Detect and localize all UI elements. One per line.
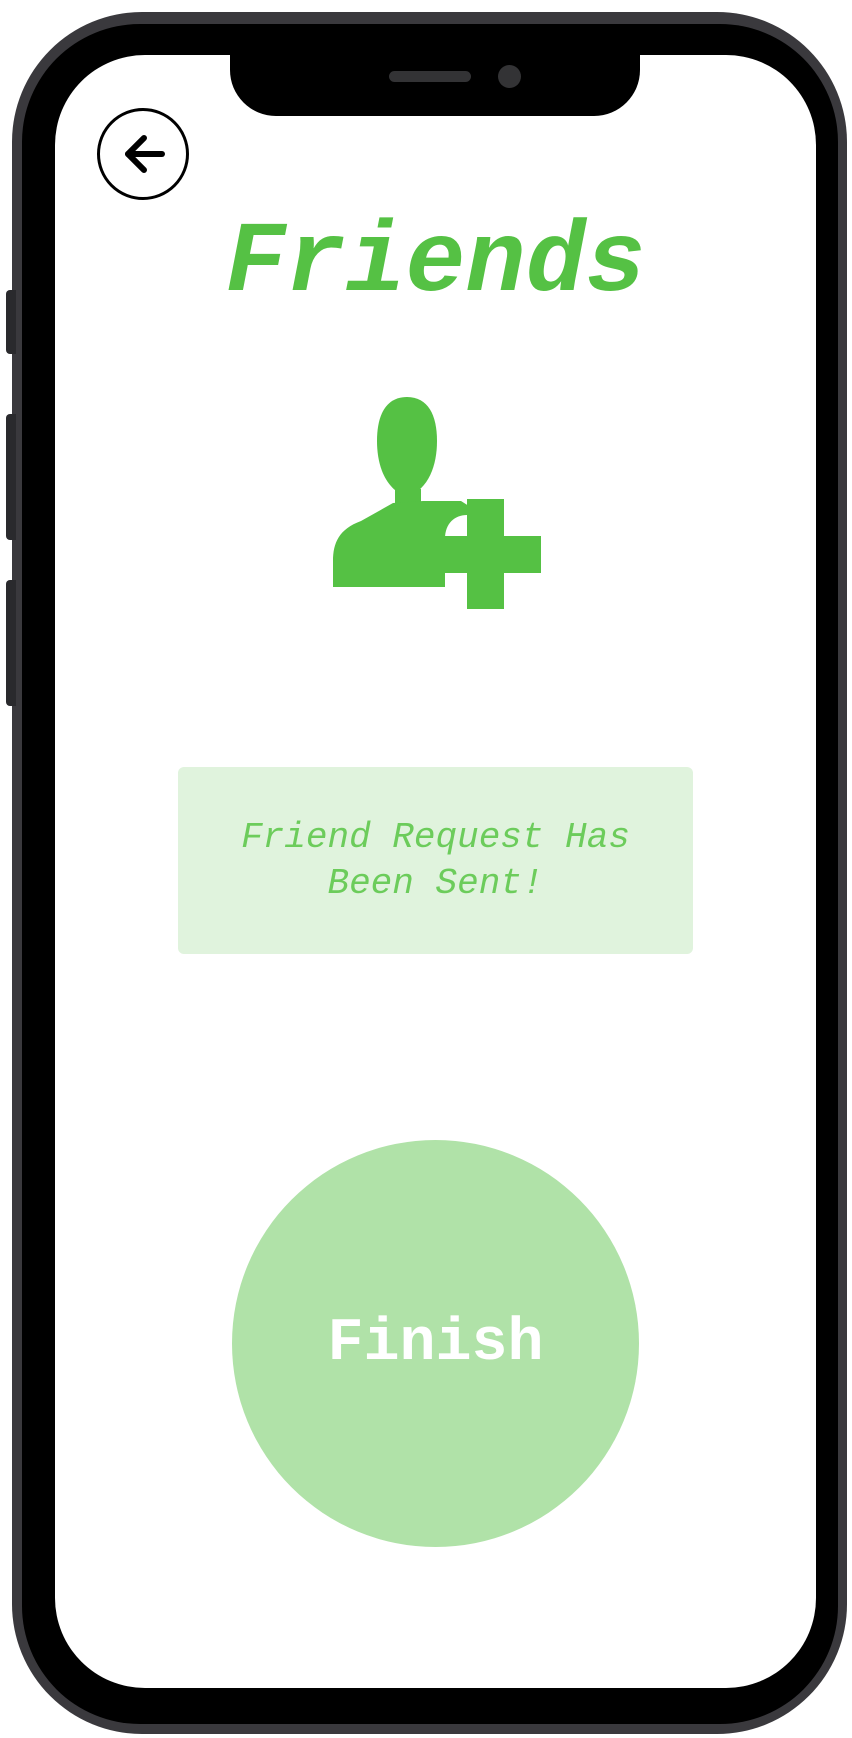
- app-screen: Friends Friend Request Has Been Sent! Fi…: [55, 55, 816, 1688]
- finish-button-label: Finish: [327, 1309, 544, 1378]
- mute-switch: [6, 290, 16, 354]
- speaker-grille: [389, 71, 471, 82]
- phone-notch: [230, 55, 640, 116]
- volume-down-button: [6, 580, 16, 706]
- page-title: Friends: [225, 208, 646, 321]
- volume-up-button: [6, 414, 16, 540]
- status-message: Friend Request Has Been Sent!: [241, 816, 630, 904]
- back-button[interactable]: [97, 108, 189, 200]
- front-camera: [498, 65, 521, 88]
- add-user-icon: [311, 393, 563, 618]
- finish-button[interactable]: Finish: [232, 1140, 639, 1547]
- status-banner: Friend Request Has Been Sent!: [178, 767, 693, 954]
